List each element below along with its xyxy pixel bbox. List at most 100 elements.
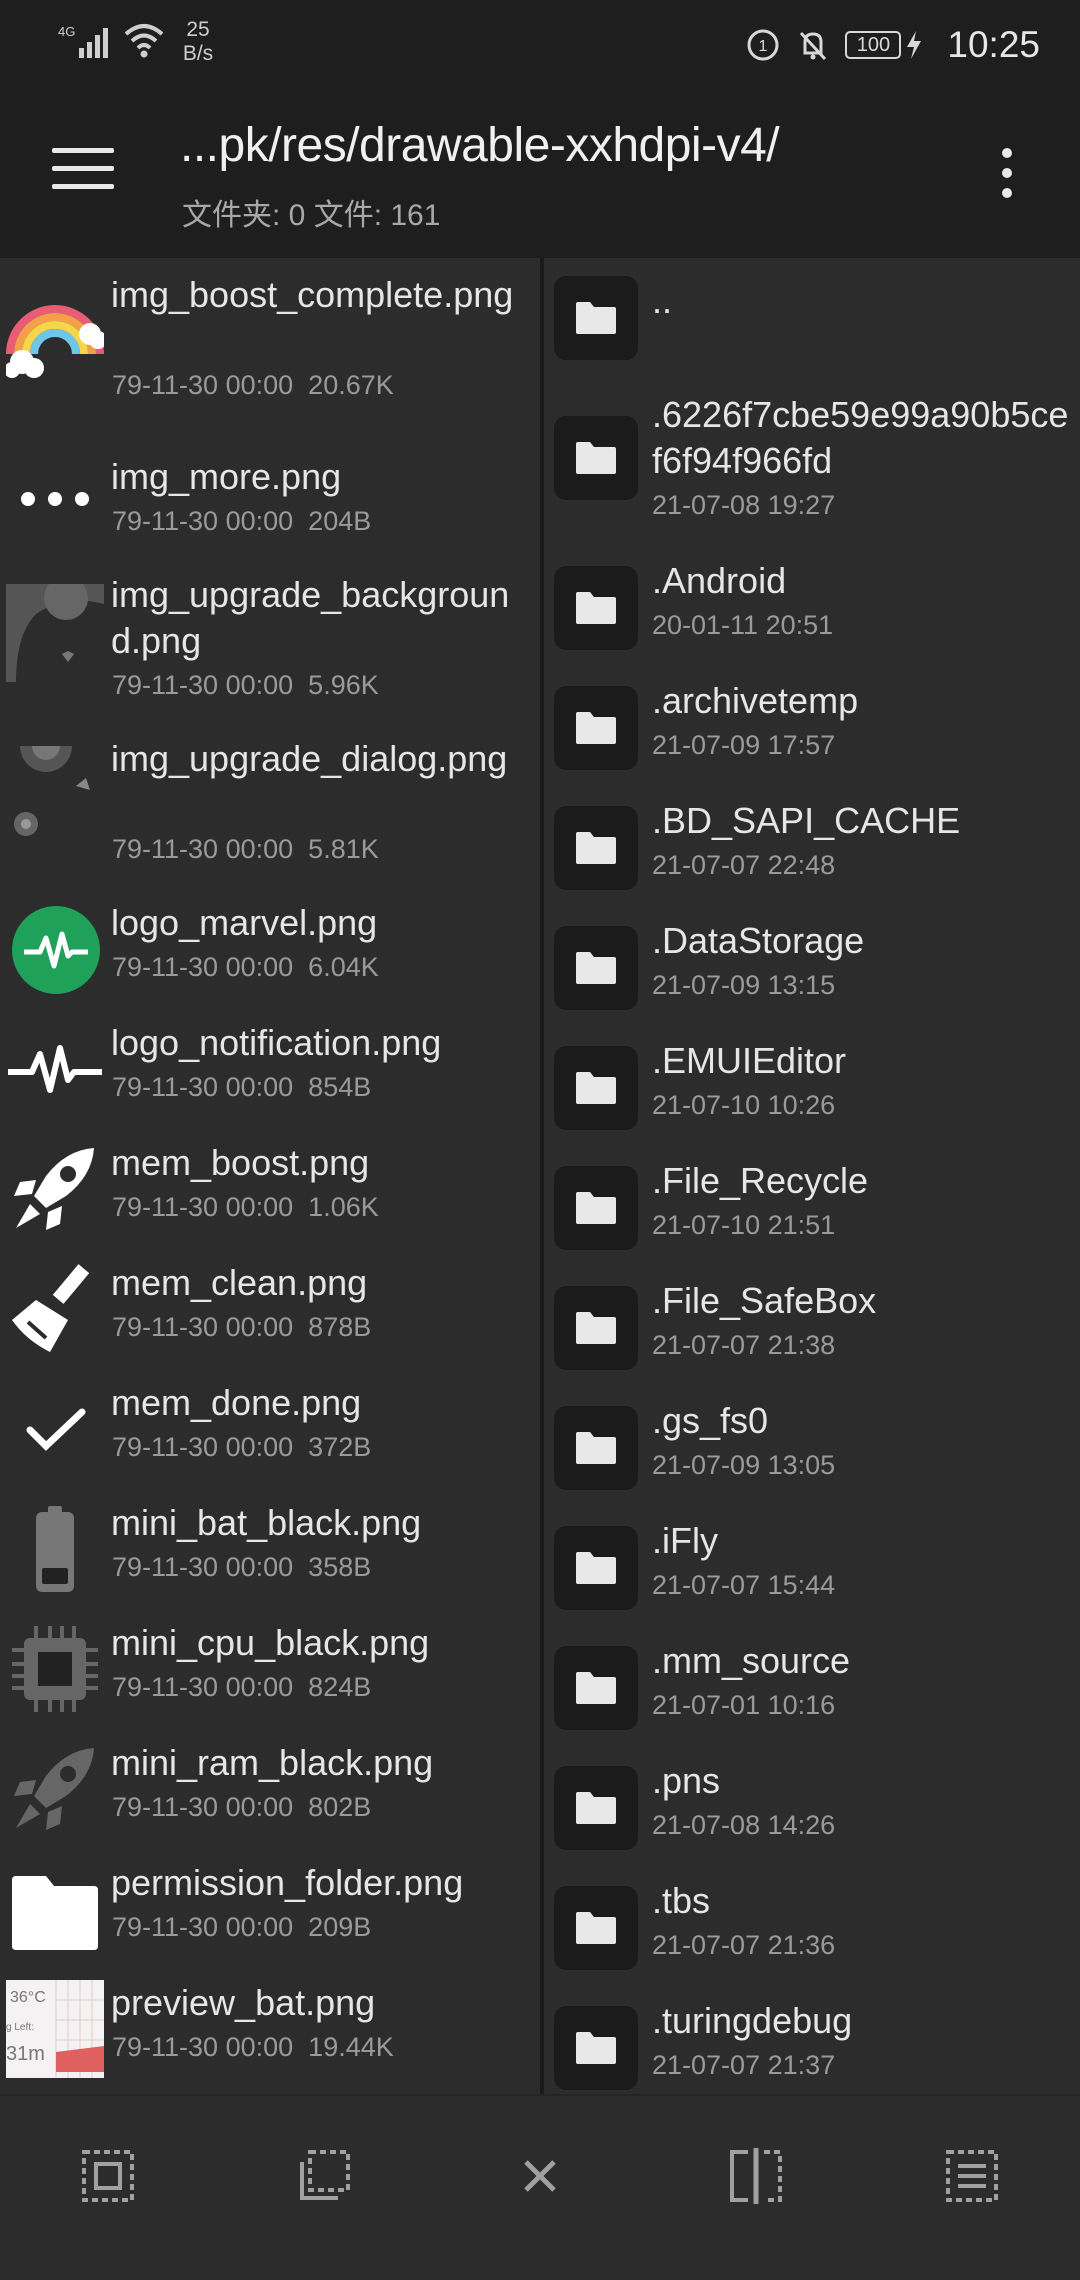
file-meta: 79-11-30 00:00 372B <box>112 1432 371 1463</box>
folder-icon <box>554 806 638 890</box>
signal-icon <box>79 28 109 58</box>
file-name: mini_cpu_black.png <box>111 1622 430 1663</box>
network-speed: 25 B/s <box>178 18 218 66</box>
folder-icon <box>554 1766 638 1850</box>
folder-name: .mm_source <box>652 1640 851 1681</box>
folder-item[interactable]: .BD_SAPI_CACHE 21-07-07 22:48 <box>544 798 1080 908</box>
folder-item[interactable]: .EMUIEditor 21-07-10 10:26 <box>544 1038 1080 1148</box>
folder-date: 21-07-10 10:26 <box>652 1090 836 1120</box>
folder-icon <box>554 1406 638 1490</box>
file-size: 6.04K <box>308 952 379 982</box>
file-size: 878B <box>308 1312 372 1342</box>
file-date: 79-11-30 00:00 <box>112 1072 294 1102</box>
folder-item[interactable]: .6226f7cbe59e99a90b5cef6f94f966fd 21-07-… <box>544 392 1080 532</box>
folder-name: .File_Recycle <box>652 1160 869 1201</box>
folder-icon <box>554 1646 638 1730</box>
file-date: 79-11-30 00:00 <box>112 1672 294 1702</box>
folder-item[interactable]: .Android 20-01-11 20:51 <box>544 558 1080 668</box>
folder-item[interactable]: .File_SafeBox 21-07-07 21:38 <box>544 1278 1080 1388</box>
file-size: 209B <box>308 1912 372 1942</box>
file-size: 824B <box>308 1672 372 1702</box>
list-select-icon[interactable] <box>932 2136 1012 2216</box>
file-size: 20.67K <box>308 370 394 400</box>
folder-name: .DataStorage <box>652 920 865 961</box>
file-item[interactable]: mem_done.png 79-11-30 00:00 372B <box>0 1380 540 1490</box>
pulse-thumb <box>8 1045 102 1093</box>
folder-item[interactable]: .iFly 21-07-07 15:44 <box>544 1518 1080 1628</box>
file-item[interactable]: img_boost_complete.png 79-11-30 00:00 20… <box>0 272 540 400</box>
file-date: 79-11-30 00:00 <box>112 506 294 536</box>
file-item[interactable]: logo_notification.png 79-11-30 00:00 854… <box>0 1020 540 1130</box>
folder-item[interactable]: .DataStorage 21-07-09 13:15 <box>544 918 1080 1028</box>
file-name: mem_boost.png <box>111 1142 370 1183</box>
file-date: 79-11-30 00:00 <box>112 834 294 864</box>
file-item[interactable]: logo_marvel.png 79-11-30 00:00 6.04K <box>0 900 540 1010</box>
folder-name: .EMUIEditor <box>652 1040 847 1081</box>
file-meta: 79-11-30 00:00 878B <box>112 1312 371 1343</box>
file-meta: 79-11-30 00:00 1.06K <box>112 1192 379 1223</box>
file-date: 79-11-30 00:00 <box>112 1792 294 1822</box>
svg-text:1: 1 <box>759 38 768 55</box>
marvel-logo-thumb <box>12 906 100 994</box>
file-meta: 79-11-30 00:00 802B <box>112 1792 371 1823</box>
split-view-icon[interactable] <box>716 2136 796 2216</box>
right-folder-pane[interactable]: .. .6226f7cbe59e99a90b5cef6f94f966fd 21-… <box>544 258 1080 2094</box>
close-icon[interactable] <box>500 2136 580 2216</box>
folder-item[interactable]: .gs_fs0 21-07-09 13:05 <box>544 1398 1080 1508</box>
data-saver-icon: 1 <box>747 29 779 61</box>
folder-icon <box>554 1886 638 1970</box>
path-title: ...pk/res/drawable-xxhdpi-v4/ <box>180 119 780 172</box>
folder-icon <box>554 1166 638 1250</box>
folder-icon <box>554 566 638 650</box>
file-item[interactable]: permission_folder.png 79-11-30 00:00 209… <box>0 1860 540 1970</box>
folder-date: 21-07-01 10:16 <box>652 1690 836 1720</box>
file-meta: 79-11-30 00:00 6.04K <box>112 952 379 983</box>
folder-icon <box>554 2006 638 2090</box>
file-meta: 79-11-30 00:00 358B <box>112 1552 371 1583</box>
file-name: logo_marvel.png <box>111 902 378 943</box>
folder-item[interactable]: .File_Recycle 21-07-10 21:51 <box>544 1158 1080 1268</box>
folder-date: 21-07-07 15:44 <box>652 1570 836 1600</box>
folder-item[interactable]: .archivetemp 21-07-09 17:57 <box>544 678 1080 788</box>
file-size: 854B <box>308 1072 372 1102</box>
file-meta: 79-11-30 00:00 5.81K <box>112 834 379 865</box>
file-size: 358B <box>308 1552 372 1582</box>
file-item[interactable]: img_upgrade_dialog.png 79-11-30 00:00 5.… <box>0 736 540 886</box>
file-item[interactable]: mini_ram_black.png 79-11-30 00:00 802B <box>0 1740 540 1850</box>
folder-date: 21-07-07 21:37 <box>652 2050 836 2080</box>
file-name: mini_bat_black.png <box>111 1502 422 1543</box>
file-item[interactable]: img_more.png 79-11-30 00:00 204B <box>0 454 540 544</box>
left-file-pane[interactable]: img_boost_complete.png 79-11-30 00:00 20… <box>0 258 540 2094</box>
hamburger-icon[interactable] <box>52 148 114 196</box>
file-size: 5.96K <box>308 670 379 700</box>
status-bar: 4G 25 B/s 1 100 10:25 <box>0 0 1080 90</box>
file-size: 19.44K <box>308 2032 394 2062</box>
select-all-icon[interactable] <box>68 2136 148 2216</box>
folder-name: .archivetemp <box>652 680 859 721</box>
more-vert-icon[interactable] <box>990 148 1024 204</box>
folder-item[interactable]: .tbs 21-07-07 21:36 <box>544 1878 1080 1988</box>
file-meta: 79-11-30 00:00 19.44K <box>112 2032 394 2063</box>
folder-name: .6226f7cbe59e99a90b5cef6f94f966fd <box>652 394 1069 481</box>
file-size: 802B <box>308 1792 372 1822</box>
file-item[interactable]: 36°C g Left: 31m preview_bat.png 79-11-3… <box>0 1980 540 2090</box>
copy-select-icon[interactable] <box>284 2136 364 2216</box>
file-item[interactable]: mem_boost.png 79-11-30 00:00 1.06K <box>0 1140 540 1250</box>
file-item[interactable]: mini_cpu_black.png 79-11-30 00:00 824B <box>0 1620 540 1730</box>
folder-item[interactable]: .pns 21-07-08 14:26 <box>544 1758 1080 1868</box>
file-name: preview_bat.png <box>111 1982 376 2023</box>
file-date: 79-11-30 00:00 <box>112 670 294 700</box>
folder-item[interactable]: .mm_source 21-07-01 10:16 <box>544 1638 1080 1748</box>
folder-item[interactable]: .turingdebug 21-07-07 21:37 <box>544 1998 1080 2094</box>
file-name: logo_notification.png <box>111 1022 442 1063</box>
file-meta: 79-11-30 00:00 854B <box>112 1072 371 1103</box>
upgrade-bg-thumb <box>6 584 104 682</box>
folder-date: 20-01-11 20:51 <box>652 610 834 640</box>
file-item[interactable]: mini_bat_black.png 79-11-30 00:00 358B <box>0 1500 540 1610</box>
parent-folder-item[interactable]: .. <box>544 276 1080 366</box>
file-item[interactable]: img_upgrade_background.png 79-11-30 00:0… <box>0 572 540 722</box>
folder-date: 21-07-07 22:48 <box>652 850 836 880</box>
file-item[interactable]: mem_clean.png 79-11-30 00:00 878B <box>0 1260 540 1370</box>
dots-thumb <box>21 492 89 506</box>
file-size: 1.06K <box>308 1192 379 1222</box>
